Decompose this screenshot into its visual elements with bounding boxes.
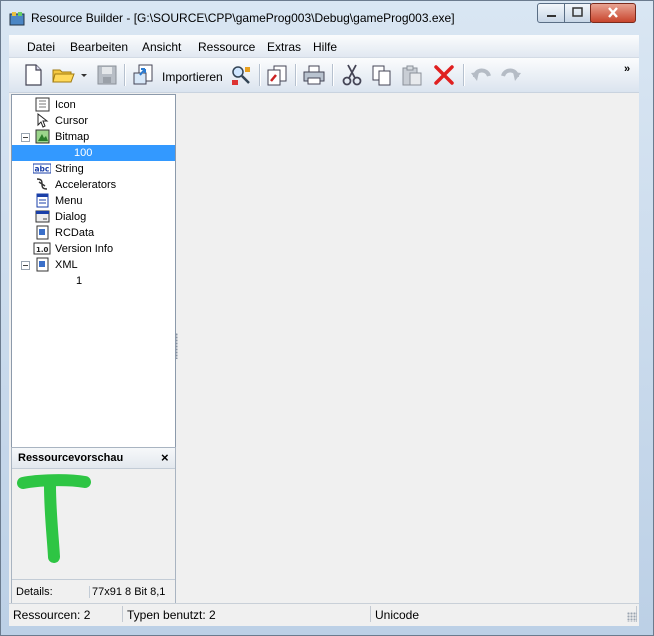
tree-item-label: Accelerators (55, 179, 117, 191)
details-value: 77x91 8 Bit 8,1 (89, 586, 176, 598)
copy-icon[interactable] (370, 63, 394, 87)
tree-item-cursor[interactable]: Cursor (12, 112, 175, 129)
tree-item-label: Dialog (55, 211, 87, 223)
tree-item-label: 1 (76, 275, 83, 287)
tree-item-label: XML (55, 259, 78, 271)
tree-item-label: Icon (55, 99, 76, 111)
tree-item-xml-1[interactable]: 1 (12, 273, 175, 289)
tree-item-rcdata[interactable]: RCData (12, 225, 175, 241)
tree-item-label: String (55, 163, 84, 175)
details-label: Details: (16, 586, 53, 598)
resource-preview-panel: Ressourcevorschau × Details: 77x91 8 Bit… (11, 447, 176, 604)
tree-item-label: Version Info (55, 243, 114, 255)
menu-hilfe[interactable]: Hilfe (313, 40, 337, 54)
status-resources: Ressourcen: 2 (9, 606, 123, 622)
bitmap-resource-icon (35, 129, 50, 144)
menu-bar: Datei Bearbeiten Ansicht Ressource Extra… (9, 35, 639, 58)
collapse-toggle-icon[interactable] (21, 133, 30, 142)
tree-item-dialog[interactable]: Dialog (12, 209, 175, 225)
resource-wizard-icon[interactable] (229, 63, 253, 87)
details-row: Details: 77x91 8 Bit 8,1 (12, 579, 175, 602)
accelerator-resource-icon (35, 177, 50, 192)
tree-item-icon[interactable]: Icon (12, 97, 175, 113)
preview-title: Ressourcevorschau (18, 452, 124, 464)
paste-icon[interactable] (400, 63, 424, 87)
title-bar[interactable]: Resource Builder - [G:\SOURCE\CPP\gamePr… (1, 1, 653, 35)
menu-ressource[interactable]: Ressource (198, 40, 255, 54)
svg-text:abc: abc (35, 165, 50, 174)
cut-icon[interactable] (340, 63, 364, 87)
resource-editor-area[interactable] (179, 94, 639, 602)
menu-resource-icon (35, 193, 50, 208)
tree-item-bitmap-100[interactable]: 100 (12, 145, 175, 161)
import-button-label[interactable]: Importieren (162, 70, 223, 84)
dropdown-arrow-icon[interactable] (79, 63, 89, 87)
cursor-resource-icon (35, 112, 50, 128)
toolbar-overflow-button[interactable]: » (624, 63, 630, 75)
splitter-handle[interactable] (175, 333, 178, 359)
undo-icon[interactable] (469, 63, 493, 87)
menu-datei[interactable]: Datei (27, 40, 55, 54)
window-title: Resource Builder - [G:\SOURCE\CPP\gamePr… (31, 11, 455, 25)
minimize-button[interactable] (537, 3, 565, 23)
svg-text:1.0: 1.0 (36, 246, 49, 254)
tree-item-label: Menu (55, 195, 83, 207)
tree-item-bitmap[interactable]: Bitmap (12, 129, 175, 145)
app-window: Resource Builder - [G:\SOURCE\CPP\gamePr… (0, 0, 654, 636)
menu-ansicht[interactable]: Ansicht (142, 40, 181, 54)
tree-item-version-info[interactable]: 1.0 Version Info (12, 241, 175, 257)
menu-bearbeiten[interactable]: Bearbeiten (70, 40, 128, 54)
copy-resource-icon[interactable] (265, 63, 289, 87)
dialog-resource-icon (35, 209, 50, 224)
resize-grip[interactable] (627, 612, 637, 622)
preview-header: Ressourcevorschau × (12, 448, 175, 469)
tree-item-accelerators[interactable]: Accelerators (12, 177, 175, 193)
tree-item-label: 100 (74, 147, 93, 159)
version-info-icon: 1.0 (33, 241, 51, 256)
toolbar-separator (332, 64, 333, 86)
resource-tree[interactable]: Icon Cursor Bitmap 100 abc String Accele… (11, 94, 176, 448)
tree-item-label: RCData (55, 227, 95, 239)
tree-item-menu[interactable]: Menu (12, 193, 175, 209)
rcdata-resource-icon (35, 225, 50, 240)
import-icon[interactable] (131, 63, 155, 87)
tree-item-xml[interactable]: XML (12, 257, 175, 273)
save-icon[interactable] (95, 63, 119, 87)
app-icon[interactable] (9, 11, 25, 27)
toolbar-separator (259, 64, 260, 86)
status-encoding: Unicode (371, 606, 637, 622)
icon-resource-icon (35, 97, 50, 112)
open-folder-icon[interactable] (51, 63, 75, 87)
toolbar-separator (463, 64, 464, 86)
print-icon[interactable] (302, 63, 326, 87)
close-window-button[interactable] (590, 3, 636, 23)
bitmap-preview-image (17, 473, 93, 565)
string-resource-icon: abc (32, 161, 52, 176)
menu-extras[interactable]: Extras (267, 40, 301, 54)
toolbar-separator (124, 64, 125, 86)
toolbar-separator (295, 64, 296, 86)
new-file-icon[interactable] (21, 63, 45, 87)
client-area: Datei Bearbeiten Ansicht Ressource Extra… (9, 35, 639, 626)
maximize-button[interactable] (564, 3, 591, 23)
collapse-toggle-icon[interactable] (21, 261, 30, 270)
tree-item-label: Cursor (55, 115, 89, 127)
delete-icon[interactable] (432, 63, 456, 87)
tree-item-label: Bitmap (55, 131, 90, 143)
redo-icon[interactable] (499, 63, 523, 87)
toolbar: Importieren » (9, 58, 639, 93)
xml-resource-icon (35, 257, 50, 272)
status-types: Typen benutzt: 2 (123, 606, 371, 622)
preview-close-button[interactable]: × (161, 450, 169, 465)
status-bar: Ressourcen: 2 Typen benutzt: 2 Unicode (9, 603, 639, 626)
tree-item-string[interactable]: abc String (12, 161, 175, 177)
